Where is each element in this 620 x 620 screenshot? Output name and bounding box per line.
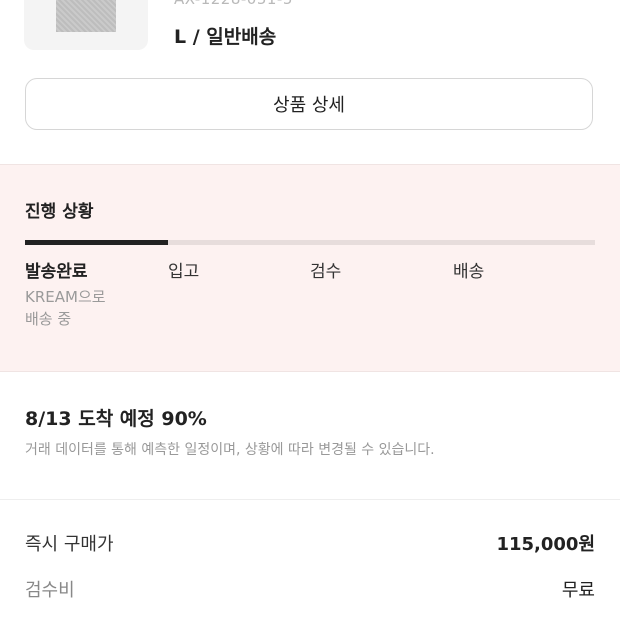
progress-step-shipped: 발송완료 KREAM으로 배송 중 (25, 257, 165, 330)
progress-step-warehousing: 입고 (168, 257, 308, 282)
step-label: 발송완료 (25, 262, 88, 282)
progress-step-inspection: 검수 (310, 257, 450, 282)
divider (0, 499, 620, 500)
price-row-inspection-fee: 검수비 무료 (25, 576, 595, 602)
price-row-instant-buy: 즉시 구매가 115,000원 (25, 530, 595, 556)
step-label: 입고 (168, 262, 200, 282)
eta-title: 8/13 도착 예정 90% (25, 408, 207, 430)
eta-note: 거래 데이터를 통해 예측한 일정이며, 상황에 따라 변경될 수 있습니다. (25, 442, 435, 458)
step-label: 배송 (453, 262, 485, 282)
progress-step-delivery: 배송 (453, 257, 593, 282)
step-description: KREAM으로 배송 중 (25, 286, 165, 330)
progress-bar-fill (25, 240, 168, 245)
product-option: L / 일반배송 (174, 26, 277, 48)
step-label: 검수 (310, 262, 342, 282)
product-detail-button[interactable]: 상품 상세 (25, 78, 593, 130)
product-image (56, 0, 116, 32)
price-label: 검수비 (25, 580, 75, 601)
product-thumbnail[interactable] (24, 0, 148, 50)
price-value: 무료 (561, 580, 595, 601)
price-value: 115,000원 (496, 534, 595, 555)
step-description-line: KREAM으로 (25, 288, 106, 306)
progress-title: 진행 상황 (25, 202, 94, 222)
step-description-line: 배송 중 (25, 310, 72, 328)
product-code: AX-1228-051-5 (174, 0, 293, 8)
progress-bar (25, 240, 595, 245)
progress-section: 진행 상황 발송완료 KREAM으로 배송 중 입고 검수 배송 (0, 164, 620, 372)
price-label: 즉시 구매가 (25, 534, 114, 555)
